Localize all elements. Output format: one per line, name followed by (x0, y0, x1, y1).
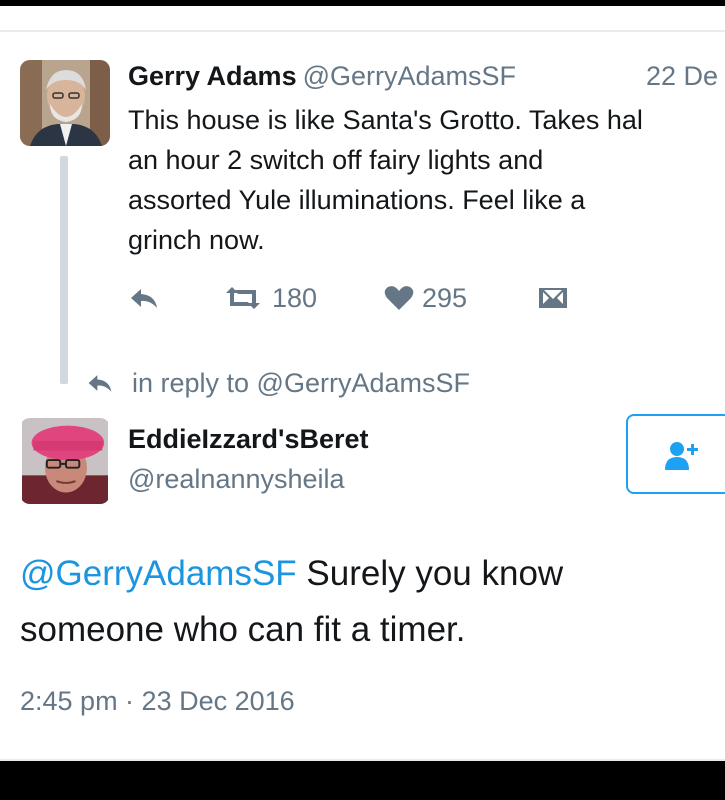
reply-text-segment: Surely you know (296, 554, 564, 593)
tweet-text-line: grinch now. (128, 225, 265, 255)
original-tweet-header: Gerry Adams @GerryAdamsSF (128, 58, 516, 94)
reply-text-line: someone who can fit a timer. (20, 610, 466, 649)
reply-button[interactable] (128, 278, 160, 318)
reply-timestamp[interactable]: 2:45 pm · 23 Dec 2016 (20, 686, 295, 717)
mention-link[interactable]: @GerryAdamsSF (20, 554, 297, 593)
tweet-text-line: This house is like Santa's Grotto. Takes… (128, 105, 643, 135)
avatar-image (22, 418, 108, 504)
reply-author-name[interactable]: EddieIzzard'sBeret (128, 424, 369, 455)
bottom-divider (0, 759, 725, 761)
original-tweet-text: This house is like Santa's Grotto. Takes… (128, 100, 725, 260)
reply-context-text: in reply to @GerryAdamsSF (132, 367, 471, 398)
reply-context[interactable]: in reply to @GerryAdamsSF (86, 364, 470, 402)
direct-message-button[interactable] (538, 278, 568, 318)
retweet-button[interactable]: 180 (222, 278, 317, 318)
reply-icon (88, 375, 112, 392)
tweet-date[interactable]: 22 De (646, 58, 718, 94)
reply-icon (131, 289, 157, 308)
tweet-card: Gerry Adams @GerryAdamsSF 22 De This hous… (0, 6, 725, 761)
tweet-text-line: assorted Yule illuminations. Feel like a (128, 185, 586, 215)
follow-button[interactable] (626, 414, 725, 494)
top-divider (0, 30, 725, 32)
retweet-icon (226, 287, 260, 309)
avatar-eddie-izzards-beret[interactable] (20, 418, 110, 504)
avatar-image (20, 60, 110, 146)
like-button[interactable]: 295 (384, 278, 467, 318)
author-handle[interactable]: @GerryAdamsSF (303, 61, 516, 91)
tweet-text-line: an hour 2 switch off fairy lights and (128, 145, 544, 175)
like-count: 295 (422, 282, 468, 313)
author-name[interactable]: Gerry Adams (128, 61, 297, 91)
envelope-icon (539, 288, 567, 308)
retweet-count: 180 (272, 282, 318, 313)
reply-author-handle[interactable]: @realnannysheila (128, 464, 345, 495)
reply-text-line: @GerryAdamsSF Surely you know (20, 546, 710, 602)
reply-tweet-text: @GerryAdamsSF Surely you know someone wh… (20, 546, 710, 658)
tweet-actions: 180 295 (128, 278, 588, 318)
heart-icon (384, 286, 414, 310)
avatar-gerry-adams[interactable] (20, 60, 110, 146)
add-user-icon (665, 442, 698, 470)
thread-line (60, 156, 68, 384)
